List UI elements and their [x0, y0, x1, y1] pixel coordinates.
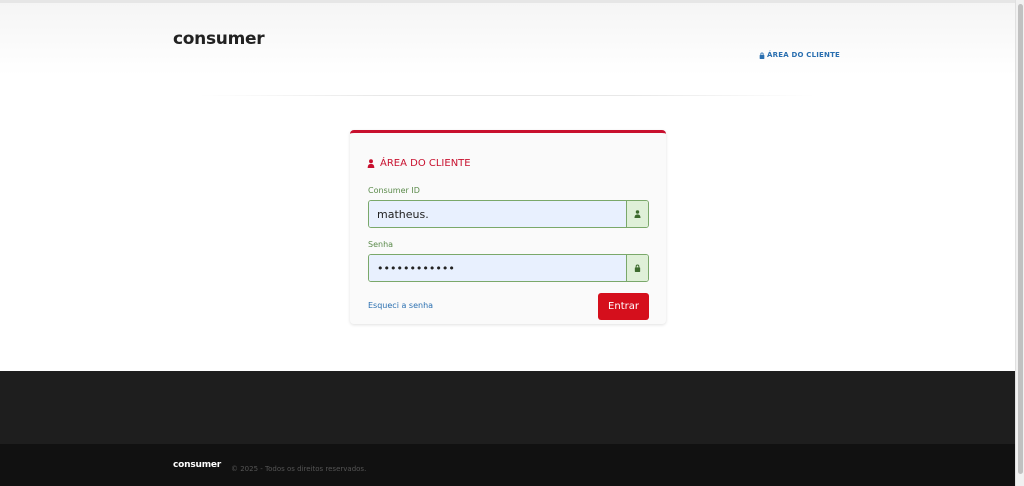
login-title: ÁREA DO CLIENTE — [367, 158, 471, 169]
password-group — [368, 254, 649, 282]
login-title-text: ÁREA DO CLIENTE — [380, 158, 471, 169]
forgot-password-link[interactable]: Esqueci a senha — [368, 301, 433, 310]
consumer-id-label: Consumer ID — [368, 186, 420, 195]
user-icon — [367, 159, 375, 168]
footer-bottom: consumer © 2025 - Todos os direitos rese… — [0, 444, 1015, 486]
login-card: ÁREA DO CLIENTE Consumer ID Senha Esquec… — [350, 130, 666, 324]
submit-button[interactable]: Entrar — [598, 293, 649, 320]
header-divider — [200, 95, 815, 96]
lock-icon — [759, 51, 765, 59]
client-area-link[interactable]: ÁREA DO CLIENTE — [759, 51, 840, 59]
user-icon — [634, 210, 641, 218]
scrollbar[interactable] — [1015, 0, 1024, 486]
password-input[interactable] — [369, 255, 626, 281]
site-header: consumer ÁREA DO CLIENTE — [0, 3, 1015, 75]
consumer-id-addon — [626, 201, 648, 227]
client-area-link-label: ÁREA DO CLIENTE — [767, 51, 841, 59]
password-addon — [626, 255, 648, 281]
consumer-id-group — [368, 200, 649, 228]
lock-icon — [634, 264, 641, 272]
footer-copyright: © 2025 - Todos os direitos reservados. — [231, 465, 367, 473]
consumer-id-input[interactable] — [369, 201, 626, 227]
scrollbar-thumb[interactable] — [1018, 4, 1023, 474]
password-label: Senha — [368, 240, 394, 249]
site-logo[interactable]: consumer — [173, 29, 265, 49]
footer-top — [0, 371, 1015, 444]
footer-logo: consumer — [173, 460, 222, 470]
